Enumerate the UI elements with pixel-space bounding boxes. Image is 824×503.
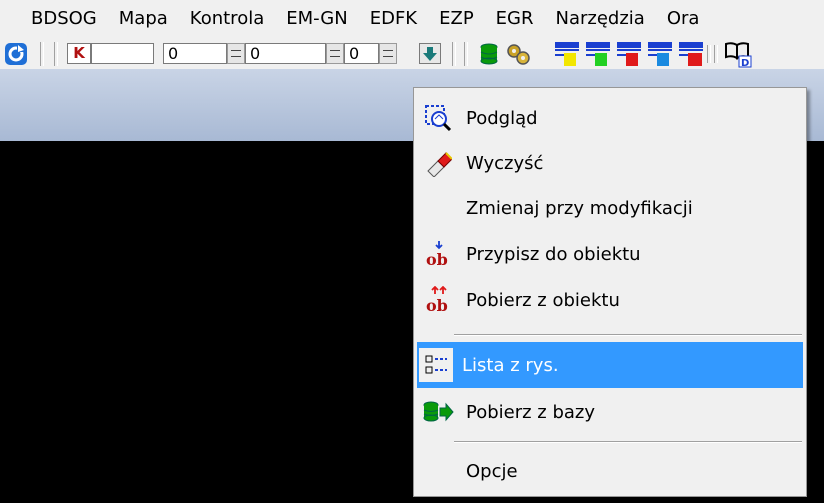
toolbar-separator [40, 42, 44, 66]
layer-button-d[interactable] [583, 40, 613, 68]
menu-item-label: Opcje [466, 460, 518, 482]
list-icon [419, 348, 453, 382]
menu-mapa[interactable]: Mapa [108, 0, 179, 37]
toolbar-separator [707, 45, 711, 63]
menu-item-label: Pobierz z bazy [466, 401, 596, 423]
value-spinner-3[interactable] [379, 43, 397, 64]
menu-item-lista-z-rys[interactable]: Lista z rys. [417, 342, 803, 388]
value-field-3[interactable]: 0 [344, 43, 379, 64]
value-field-2[interactable]: 0 [245, 43, 326, 64]
book-icon[interactable]: D [724, 40, 754, 68]
toolbar: K 0 0 0 D [0, 37, 824, 69]
menu-item-opcje[interactable]: Opcje [417, 451, 803, 491]
fetch-ob-icon: ob [420, 285, 456, 315]
menu-item-label: Podgląd [466, 107, 538, 129]
toolbar-separator [464, 42, 468, 66]
menu-item-wyczysc[interactable]: Wyczyść [417, 143, 803, 183]
menu-bdsog[interactable]: BDSOG [0, 0, 108, 37]
menu-item-przypisz[interactable]: ob Przypisz do obiektu [417, 234, 803, 274]
menu-em-gn[interactable]: EM-GN [275, 0, 358, 37]
layer-l-icon [648, 42, 672, 66]
layer-k1-icon [679, 42, 703, 66]
eraser-icon [420, 148, 456, 178]
value-spinner-2[interactable] [326, 43, 344, 64]
menu-item-label: Pobierz z obiektu [466, 289, 620, 311]
menu-edfk[interactable]: EDFK [359, 0, 428, 37]
database-icon[interactable] [479, 43, 499, 65]
db-fetch-icon [420, 397, 456, 427]
menu-kontrola[interactable]: Kontrola [179, 0, 275, 37]
menu-ora[interactable]: Ora [656, 0, 711, 37]
layer-button-b[interactable] [614, 40, 644, 68]
preview-icon [420, 103, 456, 133]
menu-narzedzia[interactable]: Narzędzia [545, 0, 656, 37]
refresh-icon[interactable] [4, 42, 28, 66]
layer-button-o[interactable] [552, 40, 582, 68]
toolbar-separator [452, 42, 456, 66]
assign-ob-icon: ob [420, 239, 456, 269]
layer-o-icon [555, 42, 579, 66]
menu-egr[interactable]: EGR [485, 0, 545, 37]
svg-text:ob: ob [426, 296, 448, 314]
menu-bar: BDSOG Mapa Kontrola EM-GN EDFK EZP EGR N… [0, 0, 824, 37]
gears-icon[interactable] [505, 42, 531, 66]
menu-separator [454, 441, 802, 443]
menu-item-podglad[interactable]: Podgląd [417, 98, 803, 138]
menu-item-label: Lista z rys. [462, 354, 559, 376]
k-value-field[interactable] [91, 43, 154, 64]
layer-d-icon [586, 42, 610, 66]
layer-button-l[interactable] [645, 40, 675, 68]
menu-separator [454, 334, 802, 336]
svg-text:D: D [741, 58, 749, 68]
layer-b-icon [617, 42, 641, 66]
menu-ezp[interactable]: EZP [428, 0, 485, 37]
value-spinner-1[interactable] [227, 43, 245, 64]
menu-item-label: Wyczyść [466, 152, 544, 174]
dropdown-button[interactable] [419, 43, 441, 64]
menu-item-pobierz-baza[interactable]: Pobierz z bazy [417, 392, 803, 432]
toolbar-separator [714, 45, 718, 63]
context-menu: Podgląd Wyczyść Zmienaj przy modyfikacji… [413, 87, 807, 497]
menu-item-label: Zmienaj przy modyfikacji [466, 197, 693, 219]
toolbar-separator [54, 42, 58, 66]
menu-item-label: Przypisz do obiektu [466, 243, 641, 265]
arrow-down-icon [423, 47, 437, 61]
layer-button-k1[interactable] [676, 40, 706, 68]
value-field-1[interactable]: 0 [163, 43, 227, 64]
svg-text:ob: ob [426, 250, 448, 268]
menu-item-zmieniaj[interactable]: Zmienaj przy modyfikacji [417, 188, 803, 228]
k-button[interactable]: K [67, 43, 91, 64]
menu-item-pobierz-obiekt[interactable]: ob Pobierz z obiektu [417, 280, 803, 320]
